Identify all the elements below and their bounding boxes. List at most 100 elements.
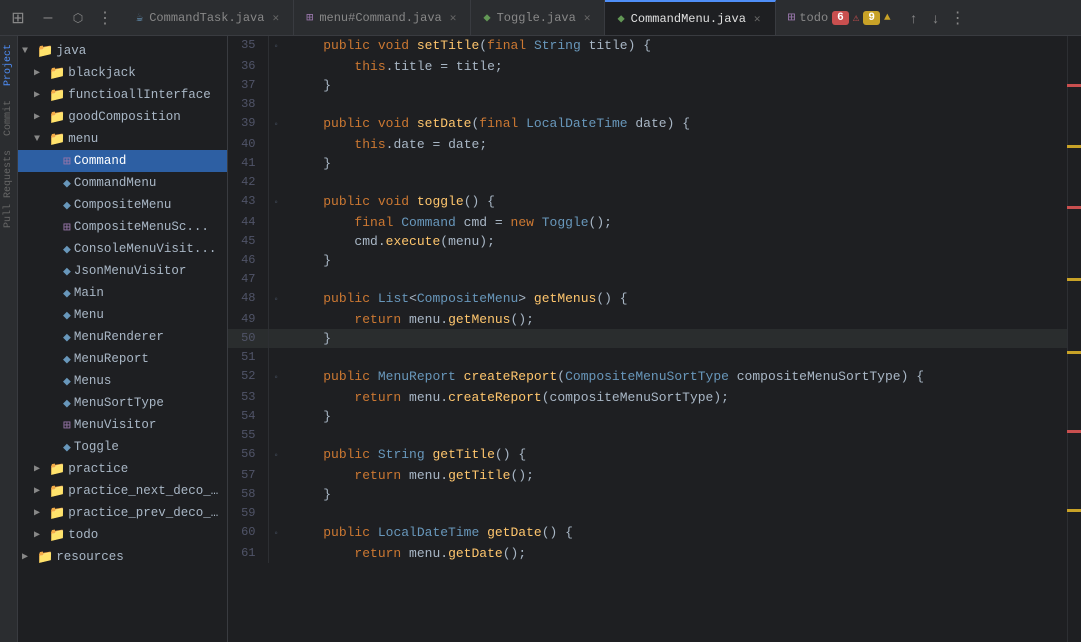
line-code: [284, 270, 1067, 289]
line-code: public void setTitle(final String title)…: [284, 36, 1067, 57]
code-table: 35◦ public void setTitle(final String ti…: [228, 36, 1067, 563]
tree-item-MenuSortType[interactable]: ◆ MenuSortType: [18, 392, 227, 414]
tree-item-practice-prev[interactable]: ▶ 📁 practice_prev_deco_fo...: [18, 502, 227, 524]
line-code: }: [284, 76, 1067, 95]
tab-label: CommandTask.java: [149, 11, 264, 25]
breakpoint-dot[interactable]: ◦: [273, 373, 279, 384]
tree-label: menu: [68, 132, 223, 146]
tree-item-MenuReport[interactable]: ◆ MenuReport: [18, 348, 227, 370]
app-icon-btn[interactable]: ⊞: [4, 4, 32, 32]
minimize-btn[interactable]: –: [34, 4, 62, 32]
tab-close-btn[interactable]: ✕: [448, 9, 459, 27]
tree-item-CompositeMenuSo[interactable]: ⊞ CompositeMenuSc...: [18, 216, 227, 238]
menu-btn[interactable]: ⋮: [94, 7, 116, 29]
line-gutter: ◦: [268, 289, 284, 310]
editor-tabs: ☕ CommandTask.java ✕ ⊞ menu#Command.java…: [124, 0, 1081, 35]
breakpoint-dot[interactable]: ◦: [273, 529, 279, 540]
line-code: }: [284, 407, 1067, 426]
grid-icon: ⊞: [306, 10, 313, 25]
breakpoint-dot[interactable]: ◦: [273, 198, 279, 209]
code-line-35: 35◦ public void setTitle(final String ti…: [228, 36, 1067, 57]
tree-item-goodComposition[interactable]: ▶ 📁 goodComposition: [18, 106, 227, 128]
nav-up-btn[interactable]: ↑: [903, 7, 925, 29]
tree-label: JsonMenuVisitor: [74, 264, 223, 278]
code-line-50: 50 }: [228, 329, 1067, 348]
tab-menu-command[interactable]: ⊞ menu#Command.java ✕: [294, 0, 471, 35]
error-mark: [1067, 430, 1081, 433]
tree-item-functioallInterface[interactable]: ▶ 📁 functioallInterface: [18, 84, 227, 106]
tree-item-practice[interactable]: ▶ 📁 practice: [18, 458, 227, 480]
expand-arrow: ▶: [22, 551, 34, 563]
line-number: 46: [228, 251, 268, 270]
sidebar-commit-label[interactable]: Commit: [3, 100, 14, 136]
code-line-52: 52◦ public MenuReport createReport(Compo…: [228, 367, 1067, 388]
tree-item-MenuRenderer[interactable]: ◆ MenuRenderer: [18, 326, 227, 348]
line-gutter: ◦: [268, 445, 284, 466]
todo-section[interactable]: ⊞ todo 6 ⚠ 9 ▲: [776, 0, 903, 35]
tree-item-Main[interactable]: ◆ Main: [18, 282, 227, 304]
breakpoint-dot[interactable]: ◦: [273, 451, 279, 462]
nav-down-btn[interactable]: ↓: [925, 7, 947, 29]
grid-icon-todo: ⊞: [788, 10, 796, 25]
line-number: 59: [228, 504, 268, 523]
tree-item-MenuVisitor[interactable]: ⊞ MenuVisitor: [18, 414, 227, 436]
tree-item-resources[interactable]: ▶ 📁 resources: [18, 546, 227, 568]
line-gutter: ◦: [268, 523, 284, 544]
sidebar-project-label[interactable]: Project: [3, 44, 14, 86]
expand-arrow: ▶: [34, 463, 46, 475]
folder-icon: 📁: [49, 484, 65, 499]
tree-label: MenuRenderer: [74, 330, 223, 344]
class-icon: ◆: [63, 198, 71, 213]
line-number: 39: [228, 114, 268, 135]
tree-item-Menu[interactable]: ◆ Menu: [18, 304, 227, 326]
tree-item-todo[interactable]: ▶ 📁 todo: [18, 524, 227, 546]
tab-command-menu[interactable]: ◆ CommandMenu.java ✕: [605, 0, 775, 35]
tree-label: CompositeMenuSc...: [74, 220, 223, 234]
tree-label: MenuSortType: [74, 396, 223, 410]
more-btn[interactable]: ⋮: [947, 7, 969, 29]
folder-icon: 📁: [49, 88, 65, 103]
tree-item-practice-next[interactable]: ▶ 📁 practice_next_deco_fo...: [18, 480, 227, 502]
tree-label: practice_next_deco_fo...: [68, 484, 223, 498]
tab-close-btn[interactable]: ✕: [752, 10, 763, 28]
line-code: public String getTitle() {: [284, 445, 1067, 466]
tree-item-ConsoleMenuVisit[interactable]: ◆ ConsoleMenuVisit...: [18, 238, 227, 260]
line-number: 57: [228, 466, 268, 485]
tree-label: practice: [68, 462, 223, 476]
code-line-48: 48◦ public List<CompositeMenu> getMenus(…: [228, 289, 1067, 310]
line-gutter: [268, 310, 284, 329]
code-content[interactable]: 35◦ public void setTitle(final String ti…: [228, 36, 1067, 642]
tree-item-Toggle[interactable]: ◆ Toggle: [18, 436, 227, 458]
maximize-btn[interactable]: ⬡: [64, 4, 92, 32]
line-code: public void toggle() {: [284, 192, 1067, 213]
tab-label: Toggle.java: [497, 11, 576, 25]
tree-item-Command[interactable]: ⊞ Command: [18, 150, 227, 172]
code-line-61: 61 return menu.getDate();: [228, 544, 1067, 563]
line-gutter: [268, 232, 284, 251]
tree-item-CompositeMenu[interactable]: ◆ CompositeMenu: [18, 194, 227, 216]
line-number: 36: [228, 57, 268, 76]
tree-item-java[interactable]: ▼ 📁 java: [18, 40, 227, 62]
line-number: 47: [228, 270, 268, 289]
tree-item-JsonMenuVisitor[interactable]: ◆ JsonMenuVisitor: [18, 260, 227, 282]
code-line-49: 49 return menu.getMenus();: [228, 310, 1067, 329]
tree-item-menu[interactable]: ▼ 📁 menu: [18, 128, 227, 150]
line-number: 61: [228, 544, 268, 563]
tree-item-CommandMenu[interactable]: ◆ CommandMenu: [18, 172, 227, 194]
tab-close-btn[interactable]: ✕: [270, 9, 281, 27]
breakpoint-dot[interactable]: ◦: [273, 295, 279, 306]
tab-close-btn[interactable]: ✕: [582, 9, 593, 27]
tree-item-Menus[interactable]: ◆ Menus: [18, 370, 227, 392]
breakpoint-dot[interactable]: ◦: [273, 42, 279, 53]
tree-item-blackjack[interactable]: ▶ 📁 blackjack: [18, 62, 227, 84]
tab-command-task[interactable]: ☕ CommandTask.java ✕: [124, 0, 294, 35]
breakpoint-dot[interactable]: ◦: [273, 120, 279, 131]
code-line-40: 40 this.date = date;: [228, 135, 1067, 154]
sidebar-pullreq-label[interactable]: Pull Requests: [3, 150, 14, 228]
line-number: 53: [228, 388, 268, 407]
class-icon: ◆: [63, 308, 71, 323]
tab-toggle[interactable]: ◆ Toggle.java ✕: [471, 0, 605, 35]
line-number: 55: [228, 426, 268, 445]
code-line-54: 54 }: [228, 407, 1067, 426]
tree-label: Command: [74, 154, 223, 168]
